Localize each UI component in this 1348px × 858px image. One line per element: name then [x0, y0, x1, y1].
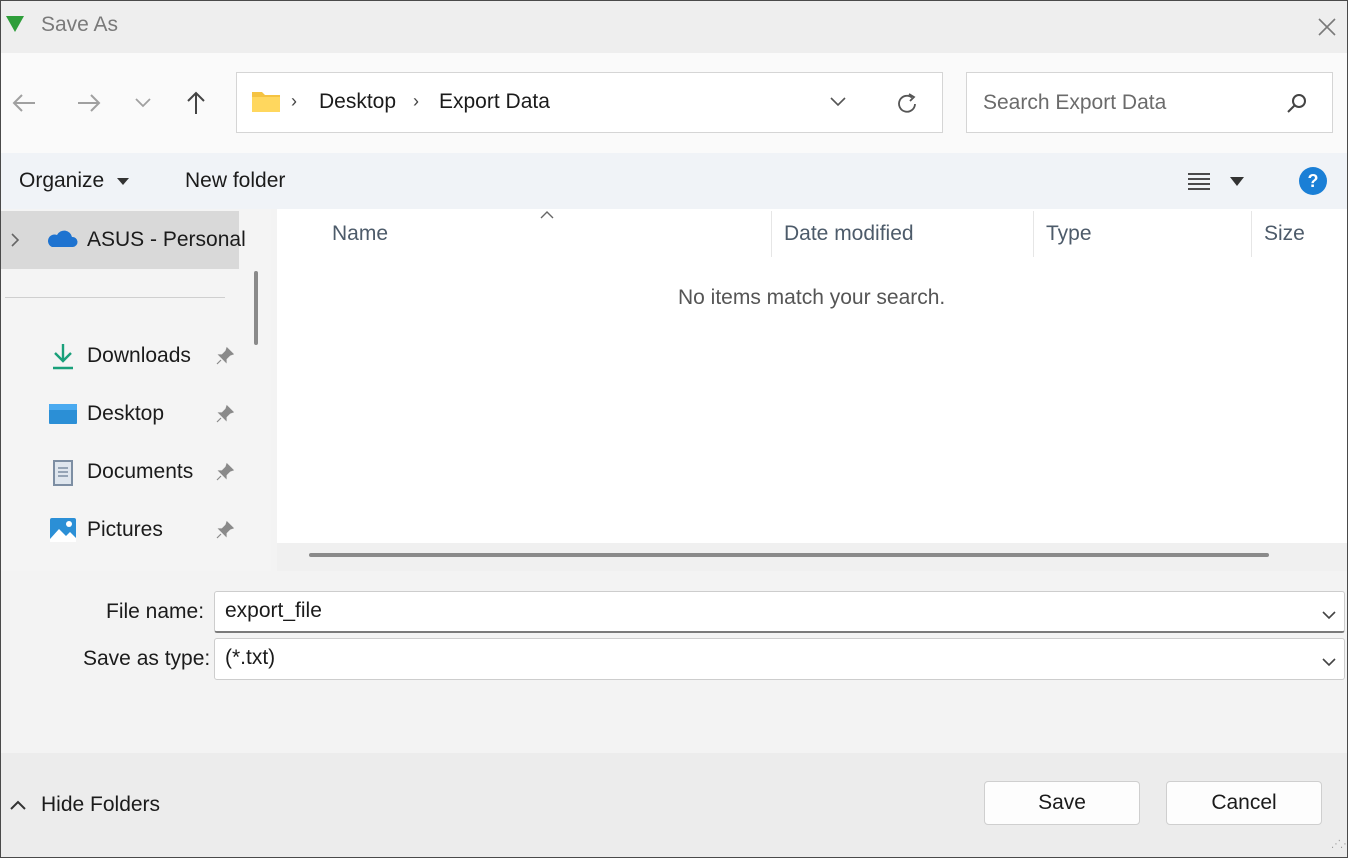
- sidebar-item-label: Downloads: [87, 344, 191, 367]
- svg-text:?: ?: [1308, 171, 1319, 191]
- column-header-date-modified[interactable]: Date modified: [784, 222, 914, 246]
- search-icon: [1285, 91, 1309, 120]
- forward-button[interactable]: [71, 85, 107, 121]
- caret-down-icon: [1230, 177, 1244, 186]
- organize-button[interactable]: Organize: [19, 169, 130, 193]
- column-header-size[interactable]: Size: [1264, 222, 1305, 246]
- onedrive-icon: [46, 229, 78, 254]
- hide-folders-button[interactable]: Hide Folders: [9, 793, 160, 817]
- sidebar-item-label: Desktop: [87, 402, 165, 425]
- column-separator[interactable]: [771, 211, 772, 257]
- view-options-button[interactable]: [1187, 171, 1211, 196]
- save-button[interactable]: Save: [984, 781, 1140, 825]
- download-icon: [51, 342, 75, 375]
- cancel-button[interactable]: Cancel: [1166, 781, 1322, 825]
- save-as-type-select[interactable]: (*.txt): [214, 638, 1345, 680]
- forward-arrow-icon: [78, 94, 101, 112]
- caret-down-icon: [117, 178, 130, 185]
- new-folder-button[interactable]: New folder: [185, 169, 285, 193]
- breadcrumb-separator-icon: ›: [291, 91, 297, 111]
- column-separator[interactable]: [1251, 211, 1252, 257]
- close-button[interactable]: [1307, 7, 1347, 47]
- pin-icon: [215, 404, 235, 429]
- empty-message: No items match your search.: [678, 286, 946, 309]
- help-icon: ?: [1299, 167, 1327, 195]
- search-input[interactable]: Search Export Data: [983, 91, 1166, 115]
- up-arrow-icon: [187, 91, 205, 114]
- expand-chevron-icon[interactable]: [9, 231, 21, 254]
- sort-ascending-icon: [539, 207, 555, 225]
- chevron-down-icon: [1321, 654, 1337, 672]
- refresh-icon: [898, 93, 916, 113]
- chevron-down-icon: [135, 98, 151, 108]
- column-header-name[interactable]: Name: [332, 222, 388, 246]
- horizontal-scrollbar[interactable]: [277, 543, 1347, 571]
- help-button[interactable]: ?: [1298, 166, 1328, 201]
- file-list[interactable]: [277, 209, 1347, 571]
- desktop-icon: [48, 403, 78, 430]
- sidebar-divider: [5, 297, 225, 298]
- chevron-down-icon: [830, 97, 846, 107]
- document-icon: [51, 459, 75, 492]
- pin-icon: [215, 346, 235, 371]
- breadcrumb-separator-icon: ›: [413, 91, 419, 111]
- back-arrow-icon: [12, 94, 35, 112]
- folder-icon: [251, 89, 281, 118]
- title-bar: [1, 1, 1347, 53]
- search-box[interactable]: Search Export Data: [966, 72, 1333, 133]
- list-view-icon: [1188, 173, 1210, 190]
- breadcrumb-export-data[interactable]: Export Data: [439, 90, 550, 114]
- recent-locations-button[interactable]: [125, 85, 161, 121]
- app-icon: [5, 14, 25, 34]
- column-separator[interactable]: [1033, 211, 1034, 257]
- scrollbar-thumb[interactable]: [309, 553, 1269, 557]
- address-history-dropdown[interactable]: [829, 95, 847, 113]
- chevron-up-icon: [10, 800, 26, 810]
- pin-icon: [215, 520, 235, 545]
- file-name-value[interactable]: export_file: [225, 599, 322, 623]
- close-icon: [1318, 18, 1336, 36]
- save-as-dialog: Save As › Desktop › Export Data Search E…: [0, 0, 1348, 858]
- organize-label: Organize: [19, 169, 105, 192]
- sidebar-item-label: ASUS - Personal: [87, 228, 246, 251]
- dialog-footer: [1, 753, 1347, 857]
- chevron-down-icon[interactable]: [1321, 607, 1337, 625]
- pictures-icon: [49, 517, 77, 548]
- sidebar-scrollbar[interactable]: [254, 271, 258, 345]
- sidebar-item-label: Pictures: [87, 518, 163, 541]
- column-header-type[interactable]: Type: [1046, 222, 1092, 246]
- breadcrumb-desktop[interactable]: Desktop: [319, 90, 396, 114]
- sidebar-item-label: Documents: [87, 460, 194, 483]
- up-button[interactable]: [178, 85, 214, 121]
- resize-grip-icon[interactable]: ⋰⋰: [1331, 839, 1347, 850]
- view-options-dropdown[interactable]: [1229, 175, 1245, 193]
- back-button[interactable]: [6, 85, 42, 121]
- pin-icon: [215, 462, 235, 487]
- save-as-type-value: (*.txt): [225, 646, 276, 669]
- hide-folders-label: Hide Folders: [41, 793, 161, 816]
- refresh-button[interactable]: [894, 91, 920, 122]
- file-name-label: File name:: [106, 600, 205, 623]
- save-as-type-label: Save as type:: [83, 647, 211, 670]
- window-title: Save As: [41, 13, 119, 36]
- file-name-field[interactable]: export_file: [214, 591, 1345, 633]
